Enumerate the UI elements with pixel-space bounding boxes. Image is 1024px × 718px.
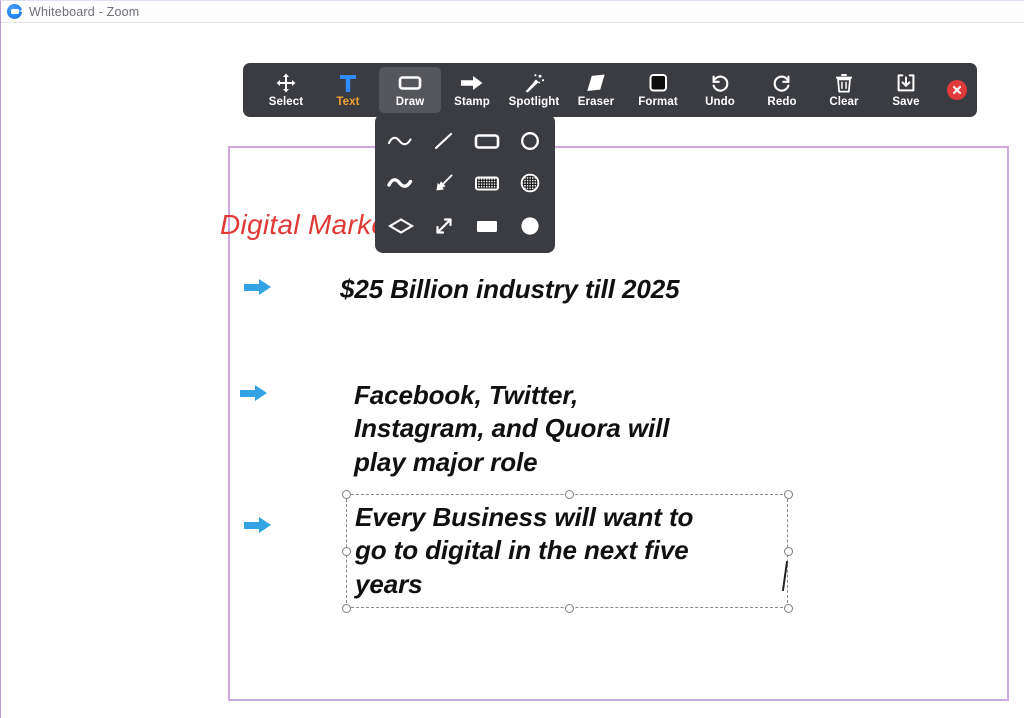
resize-handle-top-right[interactable] — [784, 490, 793, 499]
thick-arrow-icon — [432, 171, 456, 195]
zoom-whiteboard-window: Whiteboard - Zoom Digital Marketing $25 … — [0, 0, 1024, 718]
draw-tool-dropdown — [375, 114, 555, 253]
line-icon — [431, 130, 457, 152]
circle-hatched-icon — [519, 172, 541, 194]
arrow-right-bullet-icon — [244, 517, 272, 534]
resize-handle-bottom-left[interactable] — [342, 604, 351, 613]
title-bar: Whiteboard - Zoom — [1, 1, 1024, 23]
toolbar-item-stamp[interactable]: Stamp — [441, 67, 503, 113]
toolbar-item-spotlight[interactable]: Spotlight — [503, 67, 565, 113]
resize-handle-bottom-right[interactable] — [784, 604, 793, 613]
close-button[interactable] — [947, 80, 967, 100]
draw-option-squiggle-highlighter[interactable] — [379, 162, 422, 204]
draw-option-diamond-outline[interactable] — [379, 205, 422, 247]
trash-can-icon — [834, 72, 854, 94]
toolbar-item-clear[interactable]: Clear — [813, 67, 875, 113]
resize-handle-top-left[interactable] — [342, 490, 351, 499]
draw-option-rectangle-outline[interactable] — [465, 120, 508, 162]
draw-option-double-arrow[interactable] — [422, 205, 465, 247]
zoom-camera-icon — [7, 4, 22, 19]
draw-option-circle-hatched[interactable] — [508, 162, 551, 204]
window-title: Whiteboard - Zoom — [29, 4, 140, 19]
eraser-diamond-icon — [585, 72, 607, 94]
bullet-text[interactable]: Facebook, Twitter, Instagram, and Quora … — [354, 379, 784, 479]
arrow-right-icon — [461, 72, 483, 94]
toolbar-label-eraser: Eraser — [577, 96, 615, 108]
draw-option-thick-arrow[interactable] — [422, 162, 465, 204]
rectangle-icon — [398, 72, 422, 94]
rectangle-hatched-icon — [473, 173, 501, 193]
move-arrows-icon — [276, 72, 296, 94]
circle-filled-icon — [519, 215, 541, 237]
toolbar-label-spotlight: Spotlight — [508, 96, 560, 108]
squiggle-highlighter-icon — [386, 175, 416, 191]
rectangle-filled-icon — [473, 216, 501, 236]
draw-option-rectangle-filled[interactable] — [465, 205, 508, 247]
toolbar-item-draw[interactable]: Draw — [379, 67, 441, 113]
toolbar-item-eraser[interactable]: Eraser — [565, 67, 627, 113]
resize-handle-top-center[interactable] — [565, 490, 574, 499]
toolbar-label-undo: Undo — [705, 96, 735, 108]
toolbar-label-text: Text — [336, 96, 360, 108]
undo-arrow-icon — [709, 72, 731, 94]
selected-textbox[interactable]: Every Business will want to go to digita… — [342, 490, 793, 613]
toolbar-label-save: Save — [892, 96, 920, 108]
arrow-right-bullet-icon — [244, 279, 272, 296]
toolbar-item-redo[interactable]: Redo — [751, 67, 813, 113]
toolbar-item-undo[interactable]: Undo — [689, 67, 751, 113]
toolbar-item-format[interactable]: Format — [627, 67, 689, 113]
draw-option-circle-outline[interactable] — [508, 120, 551, 162]
magic-wand-icon — [523, 72, 545, 94]
bullet-row[interactable] — [244, 513, 272, 534]
draw-option-rectangle-hatched[interactable] — [465, 162, 508, 204]
color-swatch-icon — [647, 72, 669, 94]
resize-handle-middle-right[interactable] — [784, 547, 793, 556]
toolbar-label-select: Select — [268, 96, 304, 108]
rectangle-outline-icon — [473, 131, 501, 151]
toolbar-item-save[interactable]: Save — [875, 67, 937, 113]
selected-textbox-text[interactable]: Every Business will want to go to digita… — [347, 495, 787, 601]
resize-handle-middle-left[interactable] — [342, 547, 351, 556]
close-x-icon — [952, 85, 962, 95]
toolbar-label-clear: Clear — [829, 96, 859, 108]
diamond-outline-icon — [386, 216, 416, 236]
toolbar-label-format: Format — [638, 96, 678, 108]
bullet-row[interactable]: $25 Billion industry till 2025 — [244, 273, 720, 306]
redo-arrow-icon — [771, 72, 793, 94]
save-download-icon — [896, 72, 916, 94]
toolbar-item-text[interactable]: Text — [317, 67, 379, 113]
draw-option-squiggle-pen[interactable] — [379, 120, 422, 162]
toolbar-label-draw: Draw — [395, 96, 425, 108]
resize-handle-bottom-center[interactable] — [565, 604, 574, 613]
double-arrow-icon — [432, 214, 456, 238]
bullet-row[interactable]: Facebook, Twitter, Instagram, and Quora … — [240, 379, 784, 479]
text-t-icon — [339, 72, 357, 94]
draw-option-circle-filled[interactable] — [508, 205, 551, 247]
toolbar-label-stamp: Stamp — [454, 96, 490, 108]
circle-outline-icon — [519, 130, 541, 152]
toolbar-label-redo: Redo — [767, 96, 797, 108]
annotation-toolbar: Select Text Draw Stamp Spotlight Eraser … — [243, 63, 977, 117]
squiggle-pen-icon — [386, 133, 416, 149]
arrow-right-bullet-icon — [240, 385, 268, 402]
toolbar-item-select[interactable]: Select — [255, 67, 317, 113]
bullet-text[interactable]: $25 Billion industry till 2025 — [340, 273, 720, 306]
draw-option-line[interactable] — [422, 120, 465, 162]
